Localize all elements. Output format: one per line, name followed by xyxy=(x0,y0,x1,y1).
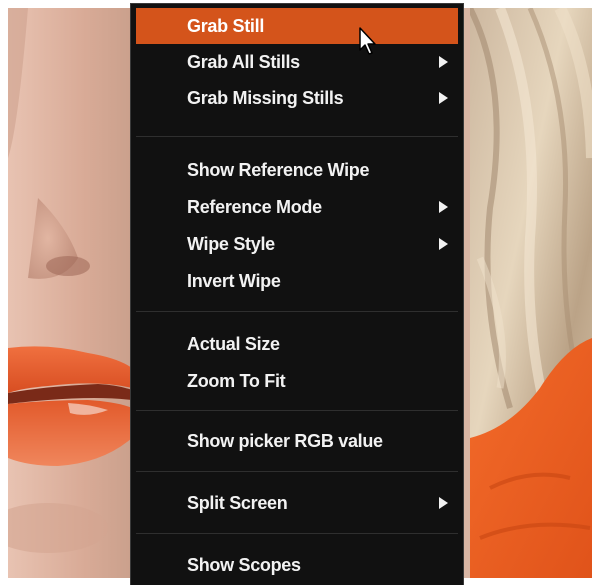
mouse-pointer-icon xyxy=(359,27,376,55)
menu-separator xyxy=(136,311,458,312)
submenu-arrow-icon xyxy=(439,201,448,213)
menu-item-show-picker-rgb-value[interactable]: Show picker RGB value xyxy=(136,423,458,459)
viewer-image-right xyxy=(470,8,592,578)
submenu-arrow-icon xyxy=(439,92,448,104)
menu-item-grab-missing-stills[interactable]: Grab Missing Stills xyxy=(136,80,458,116)
menu-item-grab-all-stills[interactable]: Grab All Stills xyxy=(136,44,458,80)
menu-item-reference-mode[interactable]: Reference Mode xyxy=(136,189,458,225)
submenu-arrow-icon xyxy=(439,238,448,250)
context-menu: Grab Still Grab All Stills Grab Missing … xyxy=(130,3,464,585)
menu-item-label: Zoom To Fit xyxy=(187,371,286,391)
menu-item-label: Show Reference Wipe xyxy=(187,160,370,180)
submenu-arrow-icon xyxy=(439,56,448,68)
menu-separator xyxy=(136,410,458,411)
menu-item-zoom-to-fit[interactable]: Zoom To Fit xyxy=(136,363,458,399)
menu-item-label: Grab Still xyxy=(187,16,265,36)
menu-item-label: Reference Mode xyxy=(187,197,322,217)
submenu-arrow-icon xyxy=(439,497,448,509)
menu-item-label: Grab All Stills xyxy=(187,52,300,72)
menu-item-grab-still[interactable]: Grab Still xyxy=(136,8,458,44)
menu-separator xyxy=(136,471,458,472)
menu-item-actual-size[interactable]: Actual Size xyxy=(136,326,458,362)
viewer-image-left xyxy=(8,8,132,578)
menu-item-label: Wipe Style xyxy=(187,234,275,254)
menu-item-label: Show Scopes xyxy=(187,555,301,575)
menu-item-label: Actual Size xyxy=(187,334,280,354)
menu-item-invert-wipe[interactable]: Invert Wipe xyxy=(136,263,458,299)
menu-item-split-screen[interactable]: Split Screen xyxy=(136,485,458,521)
menu-separator xyxy=(136,533,458,534)
menu-item-show-scopes[interactable]: Show Scopes xyxy=(136,547,458,583)
menu-item-label: Show picker RGB value xyxy=(187,431,383,451)
menu-item-label: Split Screen xyxy=(187,493,288,513)
menu-item-label: Grab Missing Stills xyxy=(187,88,344,108)
menu-item-show-reference-wipe[interactable]: Show Reference Wipe xyxy=(136,152,458,188)
menu-item-label: Invert Wipe xyxy=(187,271,281,291)
menu-item-wipe-style[interactable]: Wipe Style xyxy=(136,226,458,262)
menu-separator xyxy=(136,136,458,137)
